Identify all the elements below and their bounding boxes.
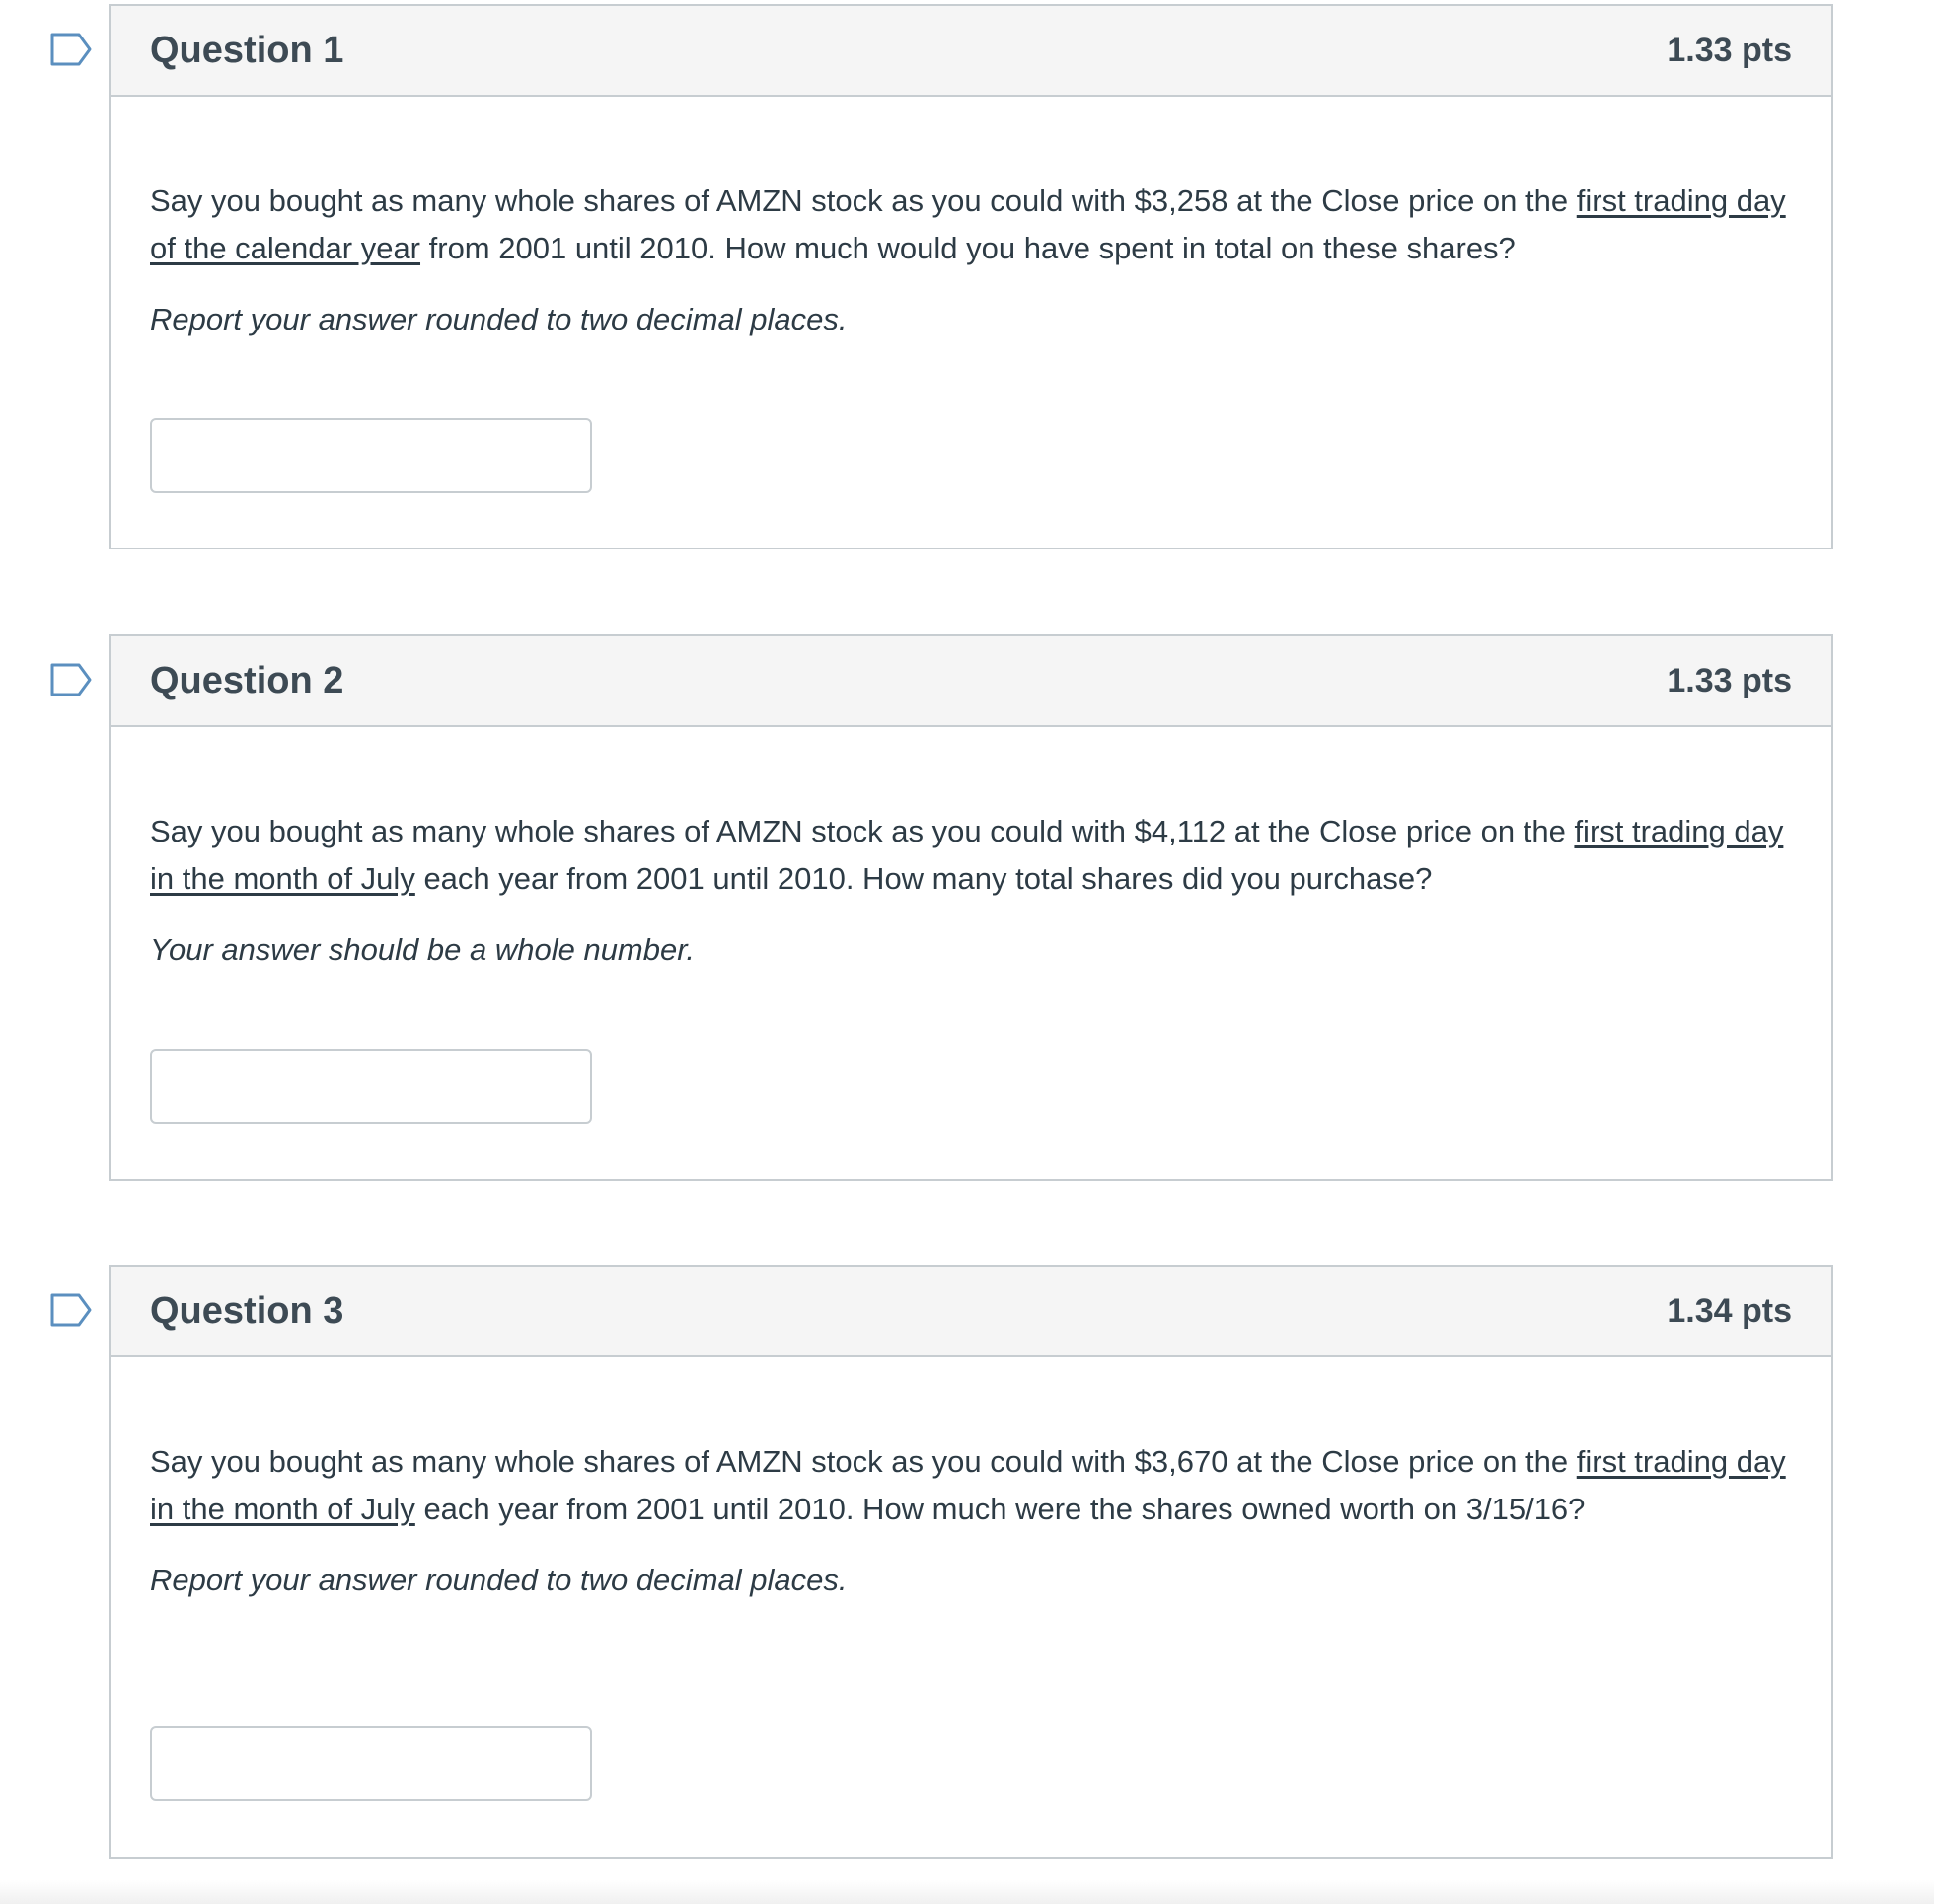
question-points: 1.34 pts	[1667, 1291, 1792, 1330]
question-title: Question 1	[150, 29, 344, 71]
answer-input[interactable]	[150, 418, 592, 493]
question-text-end: each year from 2001 until 2010. How many…	[414, 861, 1433, 896]
flag-question-icon[interactable]	[49, 1292, 93, 1328]
question-header: Question 2 1.33 pts	[111, 636, 1831, 727]
answer-input[interactable]	[150, 1049, 592, 1124]
question-card: Question 3 1.34 pts Say you bought as ma…	[109, 1265, 1833, 1859]
question-body: Say you bought as many whole shares of A…	[111, 727, 1831, 1124]
question-text-end: each year from 2001 until 2010. How much…	[414, 1492, 1586, 1526]
answer-input[interactable]	[150, 1726, 592, 1801]
question-text: Say you bought as many whole shares of A…	[150, 727, 1792, 903]
flag-question-icon[interactable]	[49, 662, 93, 697]
question-hint: Report your answer rounded to two decima…	[150, 1563, 848, 1597]
question-title: Question 2	[150, 659, 344, 701]
flag-question-icon[interactable]	[49, 32, 93, 67]
question-text-start: Say you bought as many whole shares of A…	[150, 1444, 1577, 1479]
bottom-edge	[0, 1880, 1934, 1904]
question-text-start: Say you bought as many whole shares of A…	[150, 183, 1577, 218]
question-header: Question 1 1.33 pts	[111, 6, 1831, 97]
question-card: Question 1 1.33 pts Say you bought as ma…	[109, 4, 1833, 549]
question-hint: Report your answer rounded to two decima…	[150, 302, 848, 336]
question-hint: Your answer should be a whole number.	[150, 932, 696, 967]
question-title: Question 3	[150, 1289, 344, 1332]
question-text-start: Say you bought as many whole shares of A…	[150, 814, 1575, 848]
question-text: Say you bought as many whole shares of A…	[150, 97, 1792, 272]
question-text: Say you bought as many whole shares of A…	[150, 1357, 1792, 1533]
question-points: 1.33 pts	[1667, 31, 1792, 69]
question-points: 1.33 pts	[1667, 661, 1792, 699]
question-card: Question 2 1.33 pts Say you bought as ma…	[109, 634, 1833, 1181]
question-body: Say you bought as many whole shares of A…	[111, 97, 1831, 493]
question-header: Question 3 1.34 pts	[111, 1267, 1831, 1357]
question-text-end: from 2001 until 2010. How much would you…	[420, 231, 1516, 265]
question-body: Say you bought as many whole shares of A…	[111, 1357, 1831, 1801]
